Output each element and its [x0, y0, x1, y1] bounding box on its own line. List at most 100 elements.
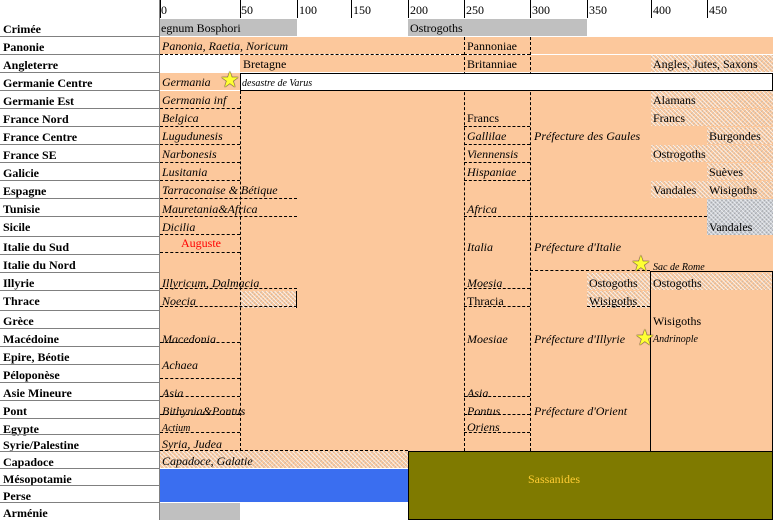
- tick-100: 100: [299, 3, 317, 17]
- tick-50: 50: [241, 3, 253, 17]
- cell-pannoniae: Pannoniae: [467, 39, 517, 53]
- star-icon: ★: [220, 67, 240, 92]
- row-label: France Centre: [3, 130, 78, 144]
- cell-mauretania: Mauretania&Africa: [162, 202, 258, 216]
- cell-vandales-sic: Vandales: [709, 220, 753, 234]
- cell-belgica: Belgica: [162, 111, 199, 125]
- history-chart: 0 50 100 150 200 250 300 350 400 450 Cri…: [0, 0, 773, 520]
- cell-britanniae: Britanniae: [467, 57, 517, 71]
- row-label: Macédoine: [3, 332, 59, 346]
- row-label: Italie du Sud: [3, 240, 70, 254]
- cell-ostogoths1: Ostogoths: [589, 276, 638, 290]
- cell-sueves: Suèves: [709, 165, 743, 179]
- row-label: Syrie/Palestine: [3, 438, 79, 452]
- row-label: Grèce: [3, 314, 34, 328]
- cell-ostogoths2: Ostogoths: [653, 276, 702, 290]
- cell-burgondes: Burgondes: [709, 129, 761, 143]
- row-label: France SE: [3, 148, 57, 162]
- row-label: Sicile: [3, 220, 31, 234]
- row-label: Angleterre: [3, 58, 59, 72]
- cell-asia: Asia: [162, 386, 184, 400]
- cell-pref-italie: Préfecture d'Italie: [534, 240, 622, 254]
- row-label: Capadoce: [3, 455, 54, 469]
- cell-viennensis: Viennensis: [467, 147, 519, 161]
- cell-africa: Africa: [467, 202, 497, 216]
- cell-thracia: Thracia: [467, 294, 504, 308]
- tick-200: 200: [410, 3, 428, 17]
- cell-lugudunesis: Lugudunesis: [162, 129, 223, 143]
- cell-actium: Actium: [162, 423, 191, 434]
- tick-150: 150: [353, 3, 371, 17]
- cell-italia: Italia: [467, 240, 493, 254]
- cell-tarraconaise: Tarraconaise & Bétique: [162, 183, 278, 197]
- cell-illyricum: Illyricum, Dalmacia: [162, 276, 260, 290]
- star-icon: ★: [631, 251, 651, 276]
- cell-sac-rome: Sac de Rome: [653, 262, 705, 273]
- parthian-block: [160, 469, 408, 502]
- row-label: France Nord: [3, 112, 69, 126]
- row-label: Espagne: [3, 184, 47, 198]
- row-label: Galicie: [3, 166, 39, 180]
- tick-300: 300: [532, 3, 550, 17]
- cell-asia2: Asia: [467, 386, 489, 400]
- sassanid-block: [408, 451, 773, 520]
- tick-450: 450: [709, 3, 727, 17]
- tick-0: 0: [161, 3, 167, 17]
- cell-pref-orient: Préfecture d'Orient: [534, 404, 628, 418]
- row-label: Illyrie: [3, 276, 35, 290]
- row-label: Pont: [3, 404, 27, 418]
- cell-vandales-esp: Vandales: [653, 183, 697, 197]
- tick-250: 250: [466, 3, 484, 17]
- cell-angles: Angles, Jutes, Saxons: [653, 57, 758, 71]
- row-label: Asie Mineure: [3, 386, 72, 400]
- cell-ostrogoths-fse: Ostrogoths: [653, 147, 706, 161]
- row-label: Perse: [3, 489, 31, 503]
- row-label: Italie du Nord: [3, 258, 76, 272]
- cell-panonia: Panonia, Raetia, Noricum: [162, 39, 288, 53]
- cell-moesiae: Moesiae: [467, 332, 508, 346]
- cell-francs1: Francs: [467, 111, 499, 125]
- cell-wisigoths-gr: Wisigoths: [653, 314, 702, 328]
- cell-wisigoths-thr: Wisigoths: [589, 294, 638, 308]
- cell-auguste: Auguste: [181, 236, 221, 250]
- cell-capadoce: Capadoce, Galatie: [162, 454, 253, 468]
- cell-germania-inf: Germania inf: [162, 93, 227, 107]
- tick-400: 400: [653, 3, 671, 17]
- row-label: Panonie: [3, 40, 45, 54]
- cell-francs2: Francs: [653, 111, 685, 125]
- row-label: Arménie: [3, 506, 48, 520]
- cell-macedonia: Macedonia: [162, 332, 216, 346]
- row-label: Tunisie: [3, 202, 40, 216]
- tick-350: 350: [589, 3, 607, 17]
- cell-syria: Syria, Judea: [162, 437, 222, 451]
- row-label: Crimée: [3, 22, 41, 36]
- cell-noecia: Noecia: [162, 294, 196, 308]
- cell-sassanides: Sassanides: [528, 472, 580, 486]
- cell-andrinople: Andrinople: [653, 334, 698, 345]
- cell-bithynia: Bithynia&Pontus: [162, 404, 246, 418]
- cell-wisigoths-esp: Wisigoths: [709, 183, 758, 197]
- cell-germania: Germania: [162, 75, 211, 89]
- row-label: Germanie Est: [3, 94, 74, 108]
- row-label: Mésopotamie: [3, 472, 72, 486]
- cell-alamans: Alamans: [653, 93, 696, 107]
- cell-regnum-bosphori: egnum Bosphori: [161, 21, 241, 35]
- cell-narbonesis: Narbonesis: [162, 147, 217, 161]
- cell-gallilae: Gallilae: [467, 129, 507, 143]
- cell-lusitania: Lusitania: [162, 165, 208, 179]
- row-label: Péloponèse: [3, 368, 60, 382]
- cell-ostrogoths-crimee: Ostrogoths: [410, 21, 463, 35]
- cell-oriens: Oriens: [467, 420, 500, 434]
- cell-hispaniae: Hispaniae: [467, 165, 517, 179]
- row-label: Germanie Centre: [3, 76, 93, 90]
- row-label: Thrace: [3, 294, 40, 308]
- cell-achaea: Achaea: [162, 358, 198, 372]
- row-label: Epire, Béotie: [3, 350, 70, 364]
- star-icon: ★: [635, 325, 655, 350]
- cell-varus: desastre de Varus: [242, 78, 313, 89]
- cell-bretagne: Bretagne: [243, 57, 287, 71]
- cell-pref-gaules: Préfecture des Gaules: [534, 129, 641, 143]
- cell-pref-illyrie: Préfecture d'Illyrie: [534, 332, 626, 346]
- cell-dicilia: Dicilia: [162, 220, 196, 234]
- cell-pontus: Pontus: [467, 404, 501, 418]
